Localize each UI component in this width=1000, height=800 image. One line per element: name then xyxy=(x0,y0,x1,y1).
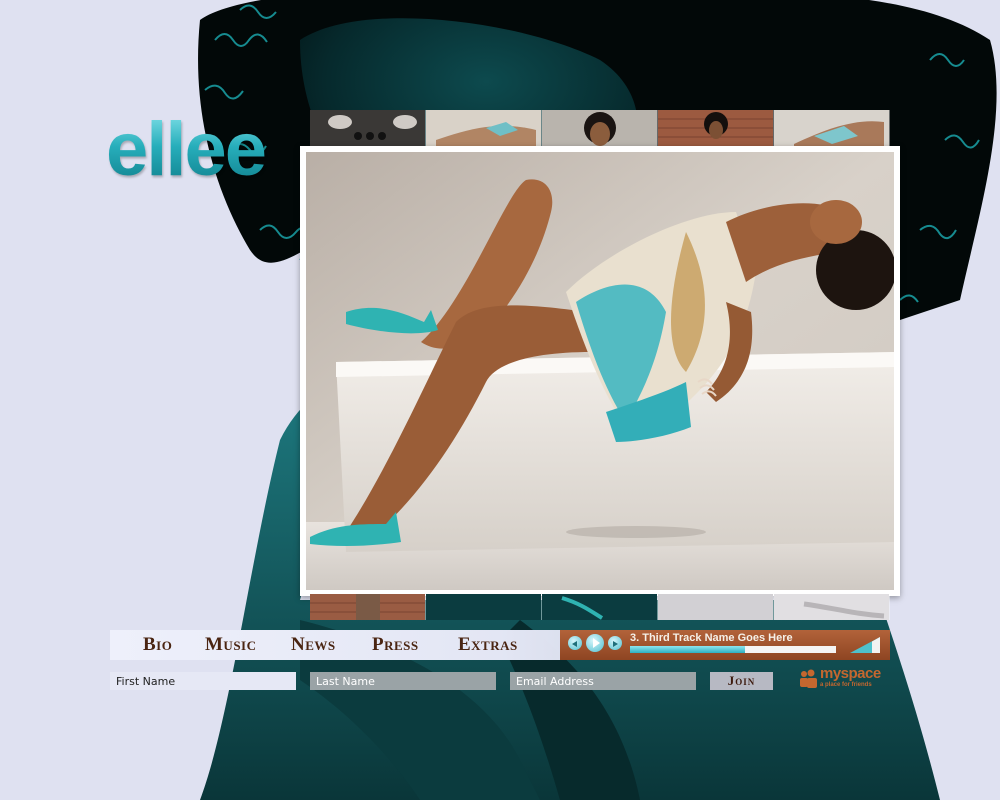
next-icon[interactable] xyxy=(608,636,622,650)
myspace-logo-text: myspace xyxy=(820,665,881,682)
thumbnail[interactable] xyxy=(310,110,426,146)
music-player: 3. Third Track Name Goes Here xyxy=(560,630,890,660)
thumbnail[interactable] xyxy=(542,594,658,620)
thumbnail[interactable] xyxy=(310,594,426,620)
myspace-tagline: a place for friends xyxy=(820,682,872,688)
progress-fill xyxy=(630,646,746,653)
join-button[interactable]: Join xyxy=(710,672,773,690)
volume-icon[interactable] xyxy=(848,635,882,655)
progress-bar[interactable] xyxy=(630,646,836,653)
nav-music[interactable]: Music xyxy=(205,634,257,656)
email-field[interactable] xyxy=(510,672,696,690)
first-name-field[interactable] xyxy=(110,672,296,690)
thumbnail[interactable] xyxy=(542,110,658,146)
myspace-people-icon xyxy=(800,669,817,688)
nav-press[interactable]: Press xyxy=(372,634,419,656)
thumbnail-strip-top xyxy=(310,110,890,146)
play-icon[interactable] xyxy=(586,634,604,652)
nav-extras[interactable]: Extras xyxy=(458,634,518,656)
thumbnail[interactable] xyxy=(658,594,774,620)
nav-bio[interactable]: Bio xyxy=(143,634,172,656)
featured-photo[interactable] xyxy=(306,152,894,590)
thumbnail[interactable] xyxy=(426,110,542,146)
thumbnail-strip-bottom xyxy=(310,594,890,620)
thumbnail[interactable] xyxy=(774,594,890,620)
thumbnail[interactable] xyxy=(426,594,542,620)
last-name-field[interactable] xyxy=(310,672,496,690)
nav-news[interactable]: News xyxy=(291,634,336,656)
track-title: 3. Third Track Name Goes Here xyxy=(630,632,793,644)
myspace-link[interactable]: myspace a place for friends xyxy=(798,665,890,694)
thumbnail[interactable] xyxy=(774,110,890,146)
ellee-logo[interactable]: ellee xyxy=(106,112,267,188)
thumbnail[interactable] xyxy=(658,110,774,146)
featured-photo-frame xyxy=(300,146,900,596)
previous-icon[interactable] xyxy=(568,636,582,650)
